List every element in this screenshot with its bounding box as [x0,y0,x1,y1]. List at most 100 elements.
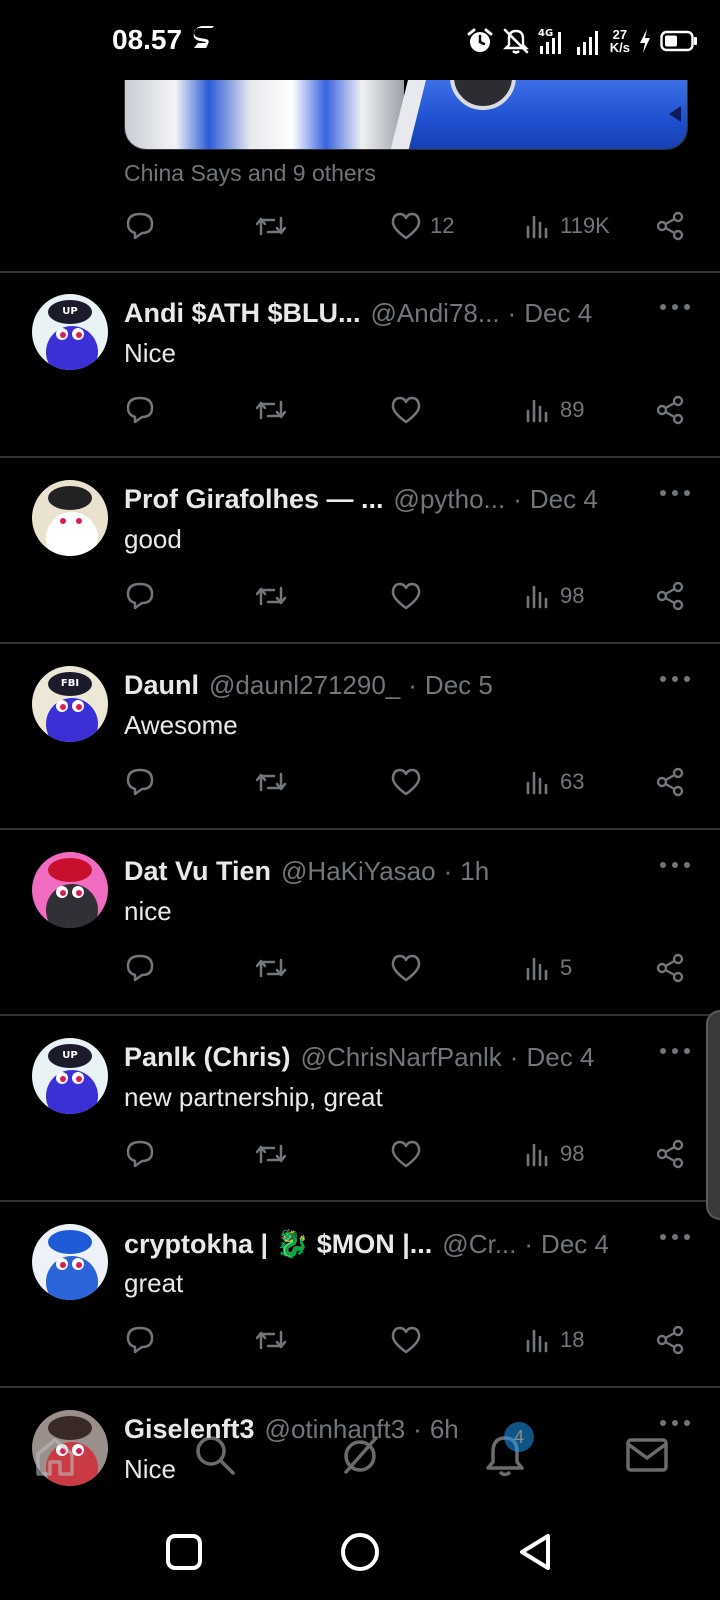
back-button[interactable] [514,1530,558,1574]
reply-button[interactable] [124,390,156,430]
share-button[interactable] [654,206,686,246]
reply-icon [126,582,154,610]
views-icon [526,1143,548,1167]
reply-tweet[interactable]: cryptokha | 🐉 $MON |... @Cr... · Dec 4 g… [0,1202,720,1388]
display-name[interactable]: Daunl [124,670,199,701]
reply-tweet[interactable]: FBI Daunl @daunl271290_ · Dec 5 Awesome … [0,644,720,830]
tweet-actions: 63 [0,762,720,802]
media-image-1[interactable] [125,80,404,149]
repost-button[interactable] [254,948,288,988]
user-handle[interactable]: @Cr... [442,1229,516,1260]
reply-tweet[interactable]: UP Andi $ATH $BLU... @Andi78... · Dec 4 … [0,272,720,458]
separator-dot: · [524,1229,534,1259]
display-name[interactable]: Giselenft3 [124,1414,255,1445]
more-options-icon[interactable] [660,1418,690,1428]
share-button[interactable] [654,762,686,802]
home-button[interactable] [338,1530,382,1574]
reply-tweet[interactable]: Prof Girafolhes — ... @pytho... · Dec 4 … [0,458,720,644]
repost-button[interactable] [254,576,288,616]
timestamp[interactable]: Dec 4 [524,298,592,329]
share-button[interactable] [654,948,686,988]
like-button[interactable] [390,762,422,802]
timestamp[interactable]: Dec 4 [530,484,598,515]
like-button[interactable] [390,948,422,988]
display-name[interactable]: Prof Girafolhes — ... [124,484,384,515]
side-panel-handle[interactable] [706,1010,720,1220]
like-button[interactable] [390,390,422,430]
views-button[interactable]: 89 [524,390,584,430]
repost-button[interactable] [254,390,288,430]
repost-button[interactable] [254,1134,288,1174]
reply-button[interactable] [124,762,156,802]
post-media[interactable] [124,80,688,150]
avatar[interactable] [32,1410,108,1486]
share-button[interactable] [654,1134,686,1174]
more-options-icon[interactable] [660,488,690,498]
heart-icon [391,1326,421,1354]
reply-button[interactable] [124,206,156,246]
timestamp[interactable]: 1h [460,856,489,887]
reply-icon [126,954,154,982]
timestamp[interactable]: Dec 5 [425,670,493,701]
repost-button[interactable] [254,206,288,246]
avatar-image [32,1410,108,1486]
display-name[interactable]: Panlk (Chris) [124,1042,291,1073]
user-handle[interactable]: @ChrisNarfPanlk [301,1042,502,1073]
reply-tweet[interactable]: Dat Vu Tien @HaKiYasao · 1h nice 5 [0,830,720,1016]
avatar[interactable]: UP [32,1038,108,1114]
display-name[interactable]: Dat Vu Tien [124,856,271,887]
like-button[interactable] [390,1320,422,1360]
repost-button[interactable] [254,762,288,802]
tweet-text: good [124,524,182,554]
more-options-icon[interactable] [660,1046,690,1056]
views-button[interactable]: 119K [524,206,610,246]
display-name[interactable]: Andi $ATH $BLU... [124,298,361,329]
recents-button[interactable] [162,1530,206,1574]
liked-by-text[interactable]: China Says and 9 others [124,160,376,187]
timestamp[interactable]: Dec 4 [526,1042,594,1073]
avatar[interactable] [32,852,108,928]
repost-button[interactable] [254,1320,288,1360]
user-handle[interactable]: @pytho... [394,484,506,515]
tweet-actions: 5 [0,948,720,988]
avatar[interactable] [32,480,108,556]
reply-button[interactable] [124,1320,156,1360]
tweet-text: Nice [124,338,177,368]
timestamp[interactable]: Dec 4 [541,1229,609,1260]
tweet-text: new partnership, great [124,1082,383,1112]
media-image-2[interactable] [390,80,687,149]
like-button[interactable] [390,576,422,616]
user-handle[interactable]: @HaKiYasao [281,856,436,887]
like-button[interactable]: 12 [390,206,454,246]
like-button[interactable] [390,1134,422,1174]
avatar[interactable] [32,1224,108,1300]
share-button[interactable] [654,390,686,430]
reply-button[interactable] [124,1134,156,1174]
views-button[interactable]: 98 [524,1134,584,1174]
reply-tweet[interactable]: UP Panlk (Chris) @ChrisNarfPanlk · Dec 4… [0,1016,720,1202]
share-button[interactable] [654,576,686,616]
charging-icon [640,29,650,53]
more-options-icon[interactable] [660,860,690,870]
timestamp[interactable]: 6h [430,1414,459,1445]
share-button[interactable] [654,1320,686,1360]
more-options-icon[interactable] [660,674,690,684]
views-button[interactable]: 63 [524,762,584,802]
avatar[interactable]: FBI [32,666,108,742]
tweet-text: Nice [124,1454,177,1484]
views-button[interactable]: 98 [524,576,584,616]
reply-button[interactable] [124,948,156,988]
views-button[interactable]: 18 [524,1320,584,1360]
reply-button[interactable] [124,576,156,616]
svg-text:FBI: FBI [61,678,79,689]
display-name[interactable]: cryptokha | 🐉 $MON |... [124,1228,432,1260]
heart-icon [391,582,421,610]
more-options-icon[interactable] [660,302,690,312]
more-options-icon[interactable] [660,1232,690,1242]
avatar[interactable]: UP [32,294,108,370]
user-handle[interactable]: @Andi78... [371,298,500,329]
user-handle[interactable]: @otinhanft3 [265,1414,406,1445]
user-handle[interactable]: @daunl271290_ [209,670,400,701]
views-button[interactable]: 5 [524,948,572,988]
status-bar: 08.57 4G 27 K/s [0,0,720,80]
